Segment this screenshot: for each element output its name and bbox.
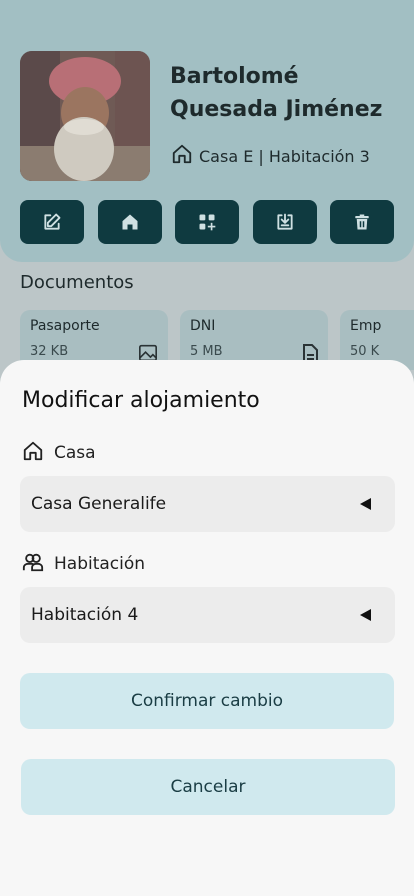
people-icon [22,551,44,578]
download-box-icon [276,213,293,230]
room-field-label: Habitación [22,553,145,575]
document-size: 5 MB [190,344,223,359]
profile-card: Bartolomé Quesada Jiménez Casa E | Habit… [0,0,414,262]
documents-title: Documentos [20,272,134,293]
screen: Bartolomé Quesada Jiménez Casa E | Habit… [0,0,414,896]
dropdown-caret-icon [360,498,371,510]
trash-icon [355,214,369,230]
delete-button[interactable] [330,200,394,244]
home-outline-icon [22,440,44,467]
cancel-button[interactable]: Cancelar [21,759,395,815]
house-field-label: Casa [22,440,96,467]
add-app-button[interactable] [175,200,239,244]
download-button[interactable] [252,200,317,244]
change-housing-button[interactable] [97,200,162,244]
dropdown-caret-icon [360,609,371,621]
profile-location-text: Casa E | Habitación 3 [199,146,370,166]
room-select-value: Habitación 4 [31,605,139,625]
profile-location: Casa E | Habitación 3 [171,144,370,168]
document-name: Pasaporte [30,318,100,334]
room-label-text: Habitación [54,554,146,574]
profile-name-line1: Bartolomé [170,64,299,89]
avatar [20,51,150,181]
house-label-text: Casa [54,443,96,463]
document-size: 50 K [350,344,380,359]
document-name: DNI [190,318,216,334]
house-select[interactable]: Casa Generalife [20,476,395,532]
home-icon [122,214,137,230]
home-icon [171,143,193,169]
room-select[interactable]: Habitación 4 [20,587,395,643]
confirm-change-button[interactable]: Confirmar cambio [20,673,394,729]
modify-housing-sheet: Modificar alojamiento Casa Casa Generali… [0,360,414,896]
sheet-title: Modificar alojamiento [22,388,260,413]
profile-action-row [20,200,394,244]
edit-profile-button[interactable] [20,200,84,244]
apps-add-icon [199,214,216,231]
house-select-value: Casa Generalife [31,494,167,514]
document-name: Emp [350,318,382,334]
profile-name: Bartolomé Quesada Jiménez [170,60,400,126]
edit-icon [44,213,61,230]
profile-name-line2: Quesada Jiménez [170,97,383,122]
